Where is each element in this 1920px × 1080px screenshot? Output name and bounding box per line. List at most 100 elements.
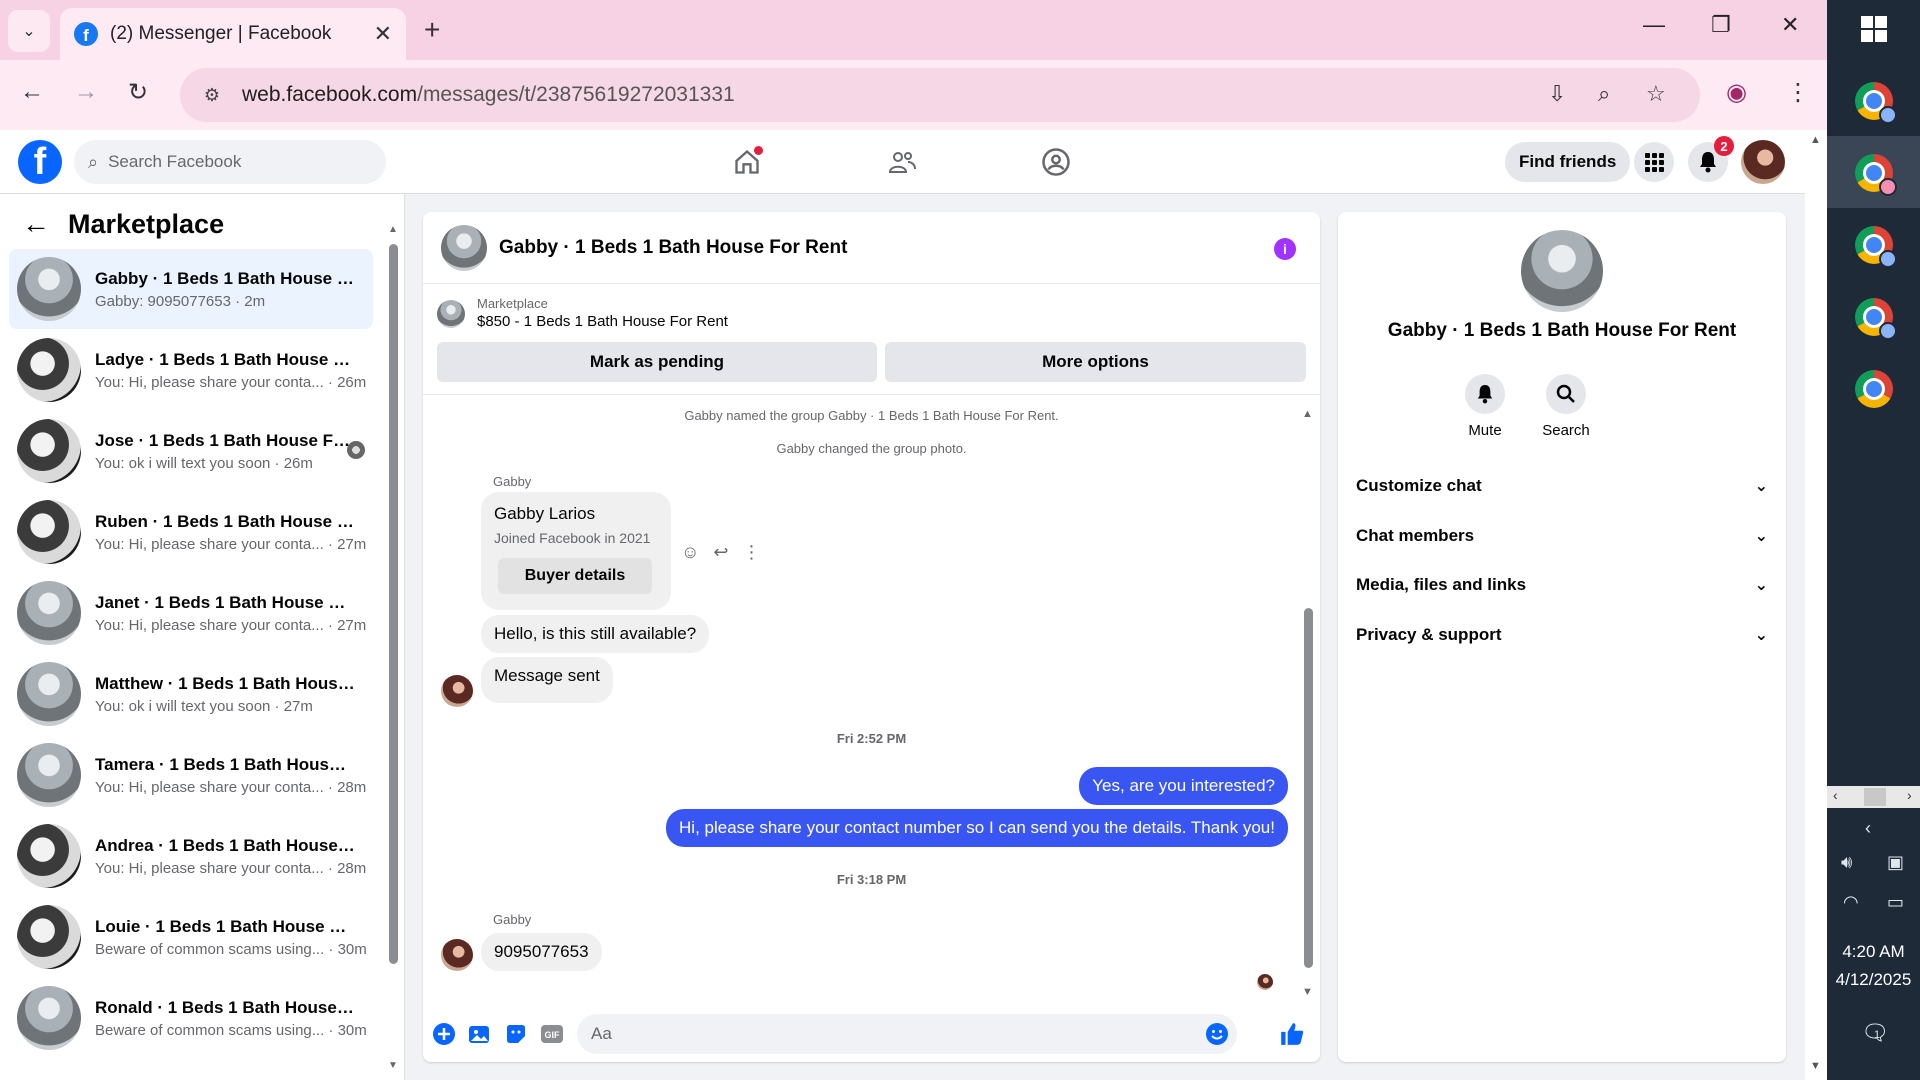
- mark-as-pending-button[interactable]: Mark as pending: [437, 342, 877, 382]
- close-tab-icon[interactable]: ✕: [374, 21, 392, 47]
- close-window-icon[interactable]: ✕: [1781, 12, 1799, 38]
- back-arrow-icon[interactable]: ←: [22, 208, 50, 240]
- chrome-menu-icon[interactable]: ⋮: [1786, 78, 1810, 107]
- facebook-header: f ⌕ Search Facebook Find friends 2: [0, 130, 1805, 194]
- marketplace-listing[interactable]: Marketplace $850 - 1 Beds 1 Bath House F…: [437, 296, 728, 330]
- privacy-support-row[interactable]: Privacy & support ⌄: [1356, 613, 1768, 657]
- notifications-bell-icon[interactable]: 2: [1688, 136, 1734, 182]
- site-info-icon[interactable]: ⚙: [198, 81, 226, 109]
- chat-scrollbar[interactable]: ▲ ▼: [1302, 408, 1314, 998]
- search-action[interactable]: Search: [1536, 374, 1596, 439]
- install-app-icon[interactable]: ⇩: [1548, 81, 1566, 107]
- conversation-item[interactable]: Ladye · 1 Beds 1 Bath House For... You: H…: [9, 330, 373, 410]
- mute-action[interactable]: Mute: [1455, 374, 1515, 439]
- scroll-left-icon[interactable]: ‹: [1833, 787, 1838, 803]
- chrome-icon[interactable]: [1855, 370, 1893, 408]
- gif-icon[interactable]: GIF: [539, 1021, 565, 1047]
- reload-icon[interactable]: ↻: [128, 78, 148, 107]
- scroll-down-icon[interactable]: ▼: [1810, 1060, 1821, 1072]
- photo-icon[interactable]: [467, 1021, 493, 1047]
- info-icon[interactable]: i: [1274, 238, 1296, 260]
- chrome-profile-icon[interactable]: [1855, 298, 1897, 340]
- react-icon[interactable]: ☺: [681, 542, 699, 563]
- page-scrollbar[interactable]: ▲ ▼: [1805, 130, 1827, 1080]
- scroll-down-icon[interactable]: ▼: [1302, 986, 1313, 998]
- incoming-message[interactable]: Hello, is this still available?: [481, 615, 710, 653]
- forward-icon[interactable]: →: [74, 78, 98, 106]
- zoom-icon[interactable]: ⌕: [1598, 81, 1610, 107]
- chat-members-row[interactable]: Chat members ⌄: [1356, 514, 1768, 558]
- profile-icon[interactable]: ◉: [1726, 78, 1747, 107]
- buyer-details-button[interactable]: Buyer details: [498, 558, 652, 594]
- sidebar-scroll-thumb[interactable]: [389, 244, 398, 964]
- sticker-icon[interactable]: [503, 1021, 529, 1047]
- chrome-profile-icon[interactable]: [1855, 82, 1897, 124]
- message-input[interactable]: Aa: [577, 1014, 1237, 1054]
- message-input-placeholder: Aa: [591, 1024, 612, 1043]
- wifi-icon[interactable]: ◠: [1843, 892, 1859, 913]
- conversation-item[interactable]: Matthew · 1 Beds 1 Bath House ... You: ok…: [9, 654, 373, 734]
- conversation-item[interactable]: Ronald · 1 Beds 1 Bath House Fo... Beware…: [9, 978, 373, 1058]
- chat-avatar[interactable]: [441, 224, 487, 271]
- conversation-item[interactable]: Gabby · 1 Beds 1 Bath House Fo... Gabby: …: [9, 249, 373, 329]
- bookmark-star-icon[interactable]: ☆: [1646, 81, 1666, 107]
- menu-grid-icon[interactable]: [1634, 142, 1674, 182]
- home-notification-dot: [754, 146, 763, 155]
- taskbar-scroll-thumb[interactable]: [1864, 788, 1886, 806]
- incoming-message[interactable]: 9095077653: [481, 933, 602, 971]
- find-friends-button[interactable]: Find friends: [1505, 142, 1631, 182]
- new-tab-button[interactable]: +: [424, 14, 440, 46]
- tab-search-dropdown[interactable]: ⌄: [8, 10, 50, 52]
- scroll-right-icon[interactable]: ›: [1907, 787, 1912, 803]
- scroll-up-icon[interactable]: ▲: [388, 224, 398, 235]
- group-avatar[interactable]: [1521, 230, 1603, 312]
- volume-icon[interactable]: 🔊︎: [1841, 852, 1852, 873]
- groups-icon[interactable]: [1038, 144, 1074, 180]
- conversation-item[interactable]: Ruben · 1 Beds 1 Bath House Fo... You: Hi…: [9, 492, 373, 572]
- scroll-up-icon[interactable]: ▲: [1302, 408, 1313, 420]
- chrome-profile-icon[interactable]: [1855, 226, 1897, 268]
- clock-time[interactable]: 4:20 AM: [1827, 942, 1920, 962]
- back-icon[interactable]: ←: [20, 78, 44, 106]
- home-icon[interactable]: [729, 144, 765, 180]
- conversation-item[interactable]: Louie · 1 Beds 1 Bath House For ... Bewar…: [9, 897, 373, 977]
- media-files-links-row[interactable]: Media, files and links ⌄: [1356, 563, 1768, 607]
- address-bar[interactable]: ⚙ web.facebook.com/messages/t/2387561927…: [180, 68, 1700, 122]
- more-icon[interactable]: ⋮: [742, 542, 760, 563]
- notification-center-icon[interactable]: 🗨︎ 1: [1861, 1020, 1889, 1046]
- like-thumb-icon[interactable]: [1279, 1021, 1305, 1047]
- taskbar-scrollbar[interactable]: ‹ ›: [1827, 786, 1920, 808]
- sidebar-scrollbar[interactable]: ▲ ▼: [387, 224, 399, 1074]
- facebook-logo-icon[interactable]: f: [18, 140, 62, 184]
- show-hidden-icons-icon[interactable]: ‹: [1865, 818, 1871, 839]
- conversation-item[interactable]: Janet · 1 Beds 1 Bath House For ... You: …: [9, 573, 373, 653]
- friends-icon[interactable]: [884, 144, 920, 180]
- more-options-button[interactable]: More options: [885, 342, 1306, 382]
- emoji-icon[interactable]: [1205, 1022, 1229, 1051]
- browser-tab[interactable]: f (2) Messenger | Facebook ✕: [60, 8, 406, 60]
- conversation-snippet: Beware of common scams using... · 30m: [95, 940, 367, 958]
- conversation-item[interactable]: Andrea · 1 Beds 1 Bath House F... You: Hi…: [9, 816, 373, 896]
- conversation-item[interactable]: Jose · 1 Beds 1 Bath House Fo... You: ok …: [9, 411, 373, 491]
- battery-icon[interactable]: ▭: [1887, 892, 1904, 913]
- reply-icon[interactable]: ↩: [713, 542, 728, 563]
- outgoing-message[interactable]: Yes, are you interested?: [1079, 767, 1288, 805]
- chat-scroll-thumb[interactable]: [1304, 608, 1313, 968]
- chat-title[interactable]: Gabby · 1 Beds 1 Bath House For Rent: [499, 237, 847, 259]
- customize-chat-row[interactable]: Customize chat ⌄: [1356, 464, 1768, 508]
- scroll-up-icon[interactable]: ▲: [1810, 134, 1821, 146]
- camera-icon[interactable]: ▣: [1887, 852, 1904, 873]
- facebook-search-input[interactable]: ⌕ Search Facebook: [74, 140, 386, 184]
- scroll-down-icon[interactable]: ▼: [388, 1060, 398, 1071]
- conversation-item[interactable]: Tamera · 1 Beds 1 Bath House F... You: Hi…: [9, 735, 373, 815]
- url-text[interactable]: web.facebook.com/messages/t/238756192720…: [242, 83, 735, 107]
- account-avatar[interactable]: [1741, 140, 1785, 184]
- windows-start-icon[interactable]: [1861, 16, 1887, 42]
- restore-icon[interactable]: ❐: [1711, 12, 1731, 38]
- clock-date[interactable]: 4/12/2025: [1827, 970, 1920, 990]
- chrome-profile-icon[interactable]: [1855, 154, 1897, 196]
- add-attachment-icon[interactable]: [431, 1021, 457, 1047]
- outgoing-message[interactable]: Hi, please share your contact number so …: [666, 809, 1288, 847]
- minimize-icon[interactable]: —: [1643, 12, 1665, 38]
- incoming-message[interactable]: Message sent: [481, 657, 613, 703]
